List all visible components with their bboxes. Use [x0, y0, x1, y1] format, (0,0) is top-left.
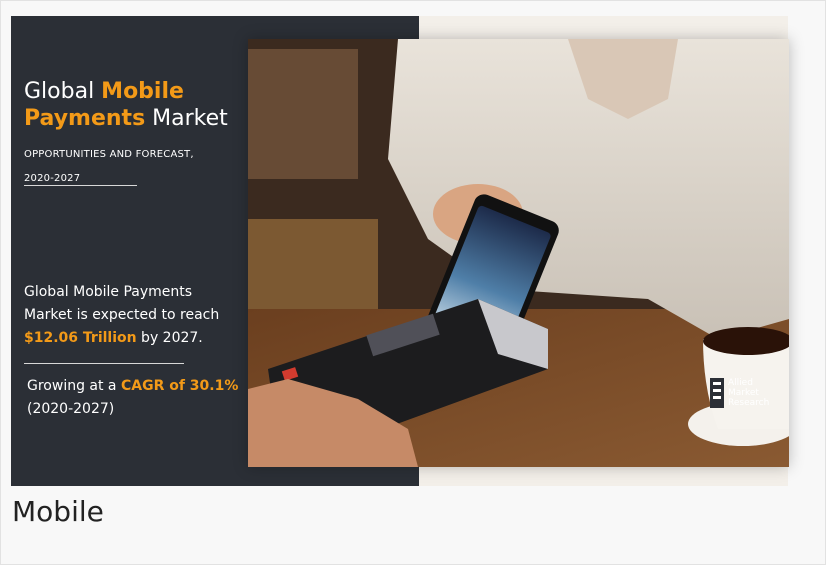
logo-line3: Research: [728, 398, 770, 408]
market-stat: Global Mobile Payments Market is expecte…: [24, 281, 244, 350]
stat-suffix: by 2027.: [136, 330, 203, 346]
title-prefix: Global: [24, 79, 102, 104]
stat-text: Global Mobile Payments Market is expecte…: [24, 284, 220, 323]
logo-line1: Allied: [728, 378, 753, 388]
divider-top: [24, 185, 137, 186]
stat-value: $12.06 Trillion: [24, 330, 137, 346]
cagr-stat: Growing at a CAGR of 30.1% (2020-2027): [27, 375, 247, 421]
cagr-prefix: Growing at a: [27, 378, 121, 394]
allied-market-research-logo: Allied Market Research: [710, 376, 790, 416]
image-caption: Mobile: [12, 495, 104, 528]
coffee: [703, 327, 789, 355]
title-suffix: Market: [145, 106, 228, 131]
cagr-period: (2020-2027): [27, 401, 115, 417]
logo-line2: Market: [728, 388, 759, 398]
photo-illustration: [248, 39, 789, 467]
logo-mark-icon: [710, 378, 724, 408]
subtitle-line1: OPPORTUNITIES AND FORECAST,: [24, 149, 194, 160]
background-shelf: [248, 49, 358, 179]
cagr-value: CAGR of 30.1%: [120, 378, 239, 394]
banner-title: Global Mobile Payments Market: [24, 78, 254, 132]
banner-subtitle: OPPORTUNITIES AND FORECAST, 2020-2027: [24, 143, 224, 191]
logo-text: Allied Market Research: [728, 378, 769, 408]
subtitle-line2: 2020-2027: [24, 173, 81, 184]
divider-middle: [24, 363, 184, 364]
payment-photo: [248, 39, 789, 467]
